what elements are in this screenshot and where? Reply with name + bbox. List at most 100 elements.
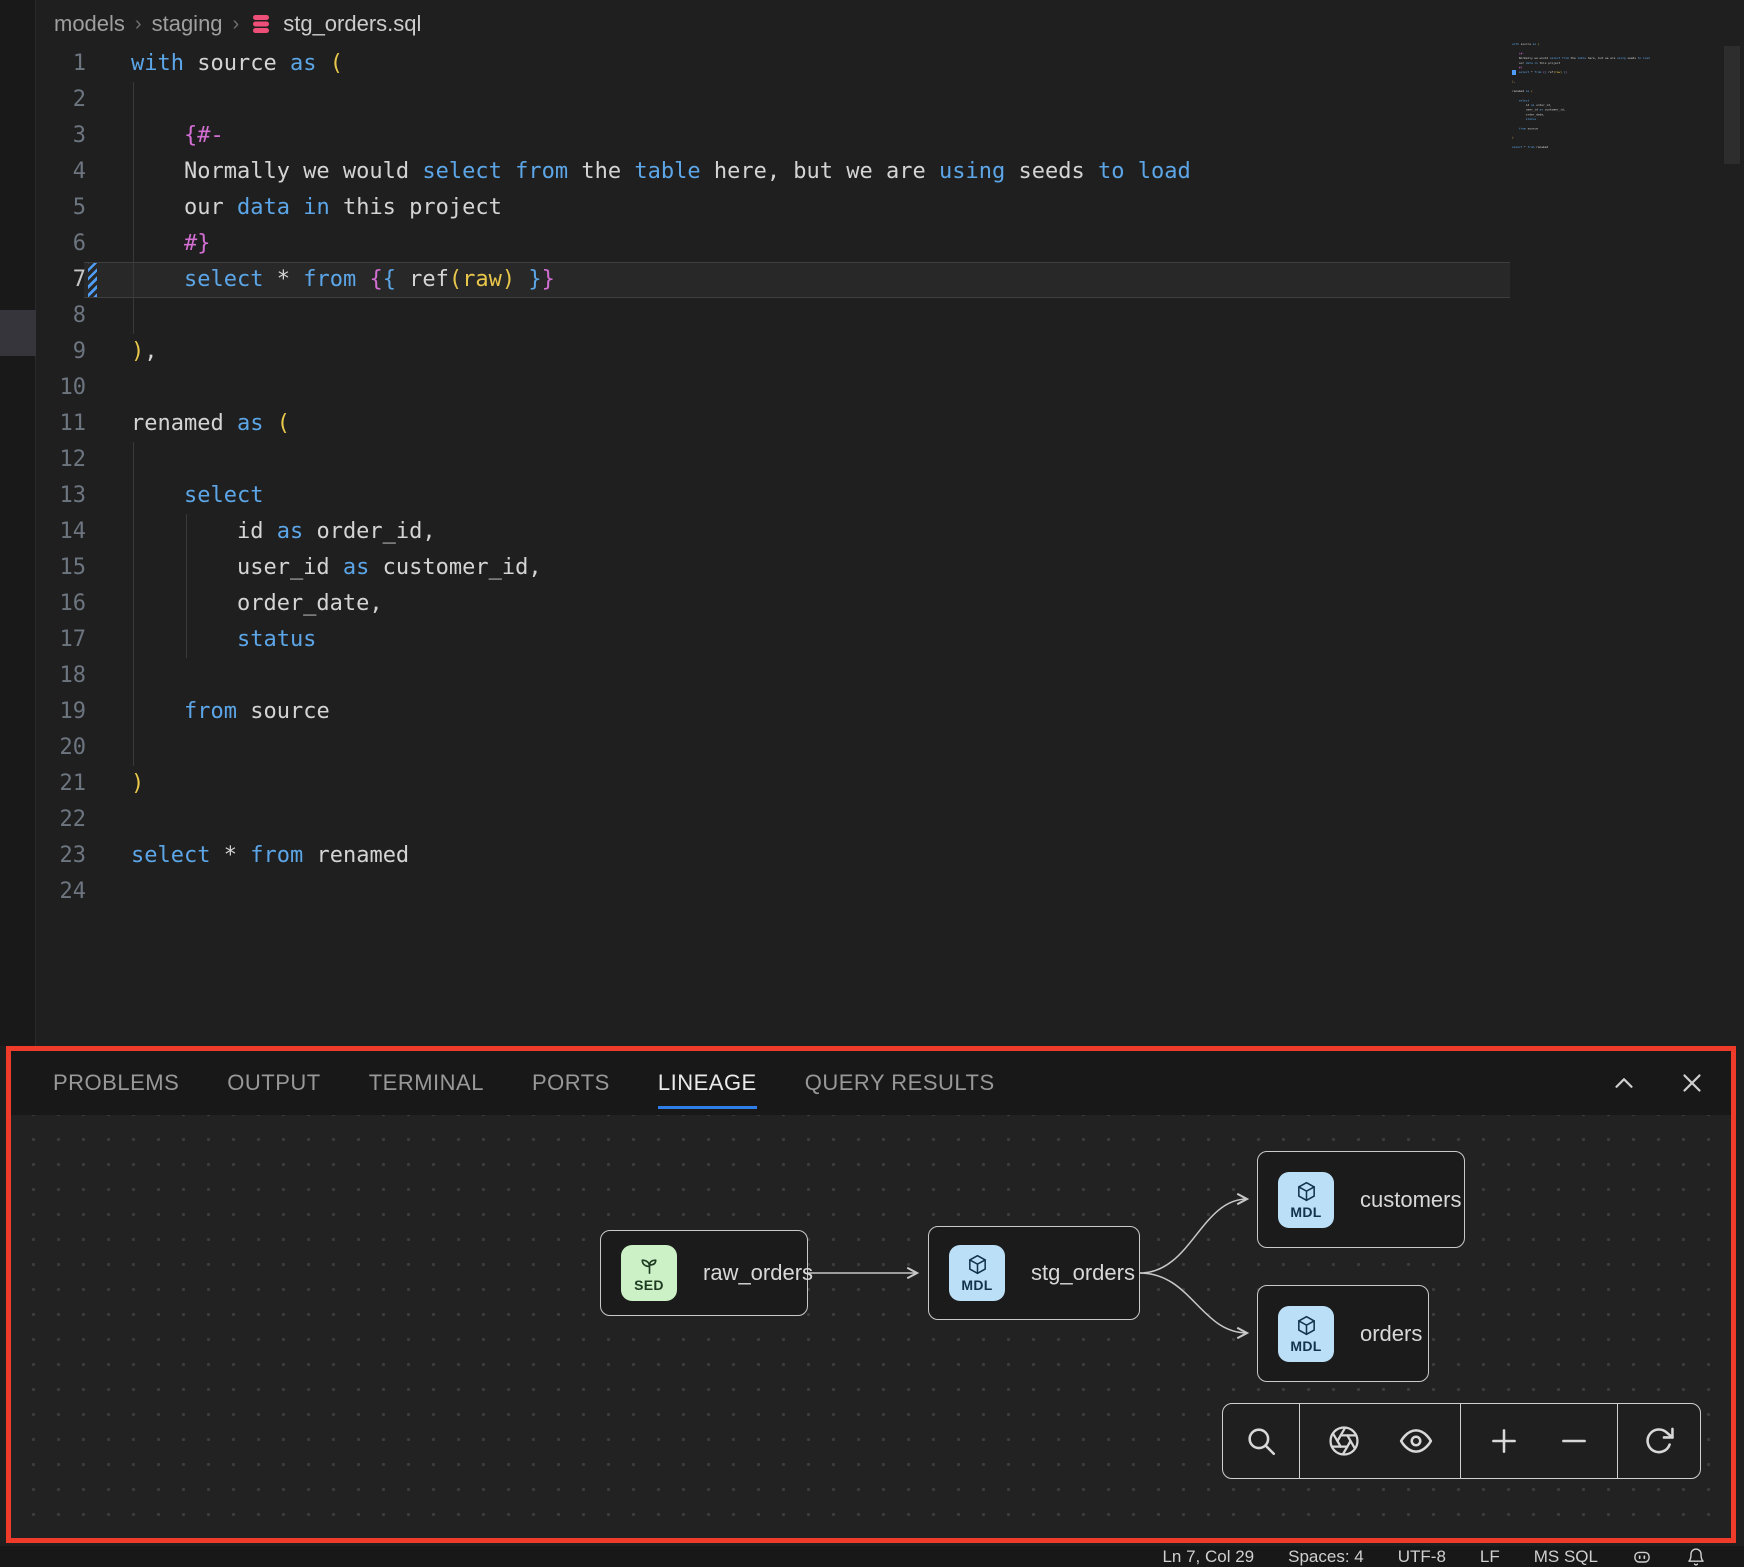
breadcrumb-item[interactable]: staging <box>152 11 223 37</box>
code-line[interactable]: select * from {{ ref(raw) }} <box>131 262 1191 298</box>
code-editor[interactable]: 123456789101112131415161718192021222324 … <box>0 40 1744 940</box>
lineage-toolbar <box>1222 1403 1701 1479</box>
code-token: from <box>131 699 237 724</box>
aperture-icon[interactable] <box>1317 1414 1371 1468</box>
code-token: order_id, <box>1534 103 1551 106</box>
code-line: status <box>1512 117 1539 122</box>
code-token: (raw) <box>1553 71 1562 74</box>
lineage-node-stg_orders[interactable]: MDLstg_orders <box>928 1226 1140 1320</box>
code-token: source <box>237 699 330 724</box>
code-token: as <box>343 555 370 580</box>
code-token: status <box>1512 118 1536 121</box>
code-line[interactable]: ), <box>131 334 1191 370</box>
code-token: Normally we would <box>1512 57 1550 60</box>
tab-ports[interactable]: PORTS <box>532 1070 610 1096</box>
code-line[interactable] <box>131 802 1191 838</box>
status-item-0[interactable]: Ln 7, Col 29 <box>1162 1547 1254 1567</box>
line-number: 6 <box>36 226 86 262</box>
code-line[interactable]: with source as ( <box>131 46 1191 82</box>
lineage-canvas[interactable]: SEDraw_orders MDLstg_orders MDLcustomers MD… <box>11 1115 1731 1538</box>
editor-scrollbar[interactable] <box>1724 46 1740 164</box>
search-icon[interactable] <box>1234 1414 1288 1468</box>
status-item-1[interactable]: Spaces: 4 <box>1288 1547 1364 1567</box>
code-token: table <box>1577 57 1586 60</box>
line-number: 20 <box>36 730 86 766</box>
code-token: select <box>131 483 263 508</box>
breadcrumb-file[interactable]: stg_orders.sql <box>283 11 421 37</box>
chevron-up-icon[interactable] <box>1609 1068 1639 1098</box>
code-token: * <box>210 843 250 868</box>
code-token: using <box>1617 57 1626 60</box>
bell-icon[interactable] <box>1686 1547 1706 1567</box>
code-token: from <box>1528 146 1535 149</box>
code-line[interactable]: status <box>131 622 1191 658</box>
tab-lineage[interactable]: LINEAGE <box>658 1070 757 1096</box>
line-number: 10 <box>36 370 86 406</box>
toolbar-group <box>1461 1404 1618 1478</box>
status-item-3[interactable]: LF <box>1480 1547 1500 1567</box>
code-line[interactable]: renamed as ( <box>131 406 1191 442</box>
code-line[interactable] <box>131 658 1191 694</box>
code-line[interactable]: id as order_id, <box>131 514 1191 550</box>
code-line[interactable] <box>131 82 1191 118</box>
code-line[interactable]: ) <box>131 766 1191 802</box>
close-icon[interactable] <box>1677 1068 1707 1098</box>
code-token: the <box>1569 57 1578 60</box>
code-line[interactable]: from source <box>131 694 1191 730</box>
code-token <box>290 195 303 220</box>
lineage-node-raw_orders[interactable]: SEDraw_orders <box>600 1230 808 1316</box>
line-number: 14 <box>36 514 86 550</box>
code-line[interactable]: our data in this project <box>131 190 1191 226</box>
code-token: data <box>1526 61 1533 64</box>
code-line[interactable]: order_date, <box>131 586 1191 622</box>
code-token: our <box>131 195 237 220</box>
lineage-node-orders[interactable]: MDLorders <box>1257 1285 1429 1382</box>
zoom-out-icon[interactable] <box>1547 1414 1601 1468</box>
code-token: as <box>290 51 317 76</box>
node-badge-label: SED <box>634 1277 664 1293</box>
code-token: as <box>277 519 304 544</box>
zoom-in-icon[interactable] <box>1477 1414 1531 1468</box>
breadcrumb-item[interactable]: models <box>54 11 125 37</box>
code-token: user_id <box>1512 108 1540 111</box>
copilot-icon[interactable] <box>1632 1547 1652 1567</box>
line-number: 7 <box>36 262 86 298</box>
gutter-modified-indicator <box>88 263 97 297</box>
code-line[interactable]: select * from renamed <box>131 838 1191 874</box>
code-line[interactable] <box>131 874 1191 910</box>
code-line[interactable] <box>131 298 1191 334</box>
tab-terminal[interactable]: TERMINAL <box>369 1070 484 1096</box>
code-line[interactable] <box>131 370 1191 406</box>
code-line[interactable]: {#- <box>131 118 1191 154</box>
line-number: 2 <box>36 82 86 118</box>
code-token: select <box>1550 57 1560 60</box>
status-item-2[interactable]: UTF-8 <box>1398 1547 1446 1567</box>
code-line[interactable]: #} <box>131 226 1191 262</box>
code-line[interactable] <box>131 730 1191 766</box>
code-token: renamed <box>131 411 237 436</box>
code-token: } <box>528 267 541 292</box>
refresh-icon[interactable] <box>1632 1414 1686 1468</box>
minimap-modified-marker <box>1512 70 1516 75</box>
code-line[interactable] <box>131 442 1191 478</box>
code-token: ) <box>131 771 144 796</box>
code-token: id <box>1512 103 1531 106</box>
line-number: 23 <box>36 838 86 874</box>
code-line[interactable]: user_id as customer_id, <box>131 550 1191 586</box>
code-token: seeds <box>1005 159 1098 184</box>
status-item-4[interactable]: MS SQL <box>1534 1547 1598 1567</box>
lineage-node-customers[interactable]: MDLcustomers <box>1257 1151 1465 1248</box>
code-token: from <box>515 159 568 184</box>
code-token: } <box>1565 71 1567 74</box>
tab-problems[interactable]: PROBLEMS <box>53 1070 179 1096</box>
code-line: select * from renamed <box>1512 145 1539 150</box>
code-line[interactable]: select <box>131 478 1191 514</box>
minimap[interactable]: with source as ( {#- Normally we would s… <box>1512 42 1722 172</box>
code-line[interactable]: Normally we would select from the table … <box>131 154 1191 190</box>
code-token: id <box>131 519 277 544</box>
eye-icon[interactable] <box>1389 1414 1443 1468</box>
code-line: from source <box>1512 126 1539 131</box>
tab-output[interactable]: OUTPUT <box>227 1070 320 1096</box>
tab-query-results[interactable]: QUERY RESULTS <box>805 1070 995 1096</box>
line-number: 17 <box>36 622 86 658</box>
